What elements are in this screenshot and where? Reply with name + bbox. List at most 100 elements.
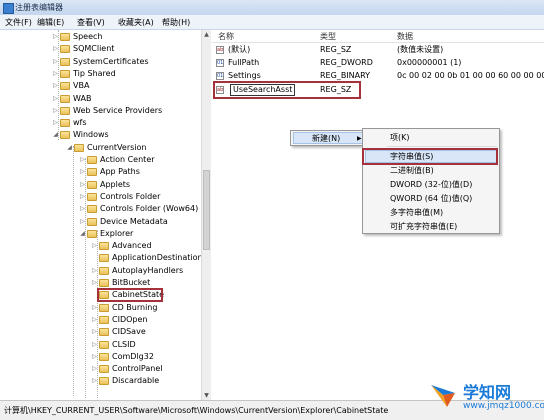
expand-arrow-icon[interactable]: ▷: [79, 166, 86, 178]
tree-item[interactable]: ▷ CD Burning: [0, 302, 200, 314]
column-name[interactable]: 名称: [218, 31, 234, 42]
tree-item-label: SystemCertificates: [73, 56, 149, 66]
folder-icon: [99, 303, 109, 312]
highlight-box-string-value: [362, 148, 498, 165]
tree-item[interactable]: ▷ BitBucket: [0, 277, 200, 289]
scroll-thumb[interactable]: [203, 170, 210, 250]
menu-item-new[interactable]: 新建(N) ▶: [291, 132, 365, 145]
menu-view[interactable]: 查看(V): [77, 17, 105, 28]
tree-item[interactable]: ▷ ComDlg32: [0, 351, 200, 363]
menu-item-label: 项(K): [390, 133, 410, 142]
column-type[interactable]: 类型: [320, 31, 336, 42]
tree-item-label: Applets: [100, 179, 131, 189]
tree-item[interactable]: ▷ Speech: [0, 31, 200, 43]
tree-item-label: ApplicationDestinations: [112, 253, 207, 263]
watermark-title: 学知网: [463, 383, 512, 402]
tree-item[interactable]: ▷ CLSID: [0, 339, 200, 351]
scroll-down-icon[interactable]: ▼: [202, 391, 211, 400]
expand-arrow-icon[interactable]: ▷: [52, 93, 59, 105]
menu-favorites[interactable]: 收藏夹(A): [118, 17, 154, 28]
folder-icon: [99, 242, 109, 251]
tree-item[interactable]: ▷ SystemCertificates: [0, 56, 200, 68]
list-row[interactable]: 01 FullPath REG_DWORD 0x00000001 (1): [212, 57, 544, 69]
expand-arrow-icon[interactable]: ▷: [52, 56, 59, 68]
tree-item[interactable]: ▷ Advanced: [0, 240, 200, 252]
tree-scrollbar[interactable]: ▲ ▼: [201, 30, 211, 400]
expand-arrow-icon[interactable]: ▷: [52, 68, 59, 80]
folder-icon: [99, 254, 109, 263]
expand-arrow-icon[interactable]: ▷: [91, 363, 98, 375]
expand-arrow-icon[interactable]: ▷: [91, 277, 98, 289]
tree-item-label: ComDlg32: [112, 351, 154, 361]
menu-item-dword-value[interactable]: DWORD (32-位)值(D): [363, 178, 499, 191]
status-path: 计算机\HKEY_CURRENT_USER\Software\Microsoft…: [4, 406, 389, 415]
menu-item-expandable-string-value[interactable]: 可扩充字符串值(E): [363, 220, 499, 233]
tree-item-label: Tip Shared: [73, 68, 116, 78]
tree-item-label: WAB: [73, 93, 92, 103]
list-row[interactable]: ab (默认) REG_SZ (数值未设置): [212, 44, 544, 56]
expand-arrow-icon[interactable]: ▷: [91, 351, 98, 363]
expand-arrow-icon[interactable]: ▷: [91, 375, 98, 387]
menu-item-binary-value[interactable]: 二进制值(B): [363, 164, 499, 177]
expand-arrow-icon[interactable]: ▷: [91, 326, 98, 338]
value-type: REG_DWORD: [320, 58, 373, 67]
tree-item-label: CurrentVersion: [87, 142, 147, 152]
tree-item[interactable]: ▷ Controls Folder (Wow64): [0, 203, 200, 215]
tree-item[interactable]: ▷ CIDSave: [0, 326, 200, 338]
expand-arrow-icon[interactable]: ▷: [79, 191, 86, 203]
expand-arrow-icon[interactable]: ▷: [52, 105, 59, 117]
tree-item[interactable]: ◢ Explorer: [0, 228, 200, 240]
tree-item[interactable]: ▷ ControlPanel: [0, 363, 200, 375]
expand-arrow-icon[interactable]: ▷: [52, 31, 59, 43]
tree-item[interactable]: ▷ Tip Shared: [0, 68, 200, 80]
tree-item[interactable]: ◢ CurrentVersion: [0, 142, 200, 154]
folder-icon: [60, 119, 70, 128]
tree-item[interactable]: ▷ WAB: [0, 93, 200, 105]
tree-item[interactable]: ▷ Applets: [0, 179, 200, 191]
registry-tree[interactable]: ▷ Speech ▷ SQMClient ▷ SystemCertificates ▷ Tip…: [0, 30, 211, 400]
expand-arrow-icon[interactable]: ▷: [79, 203, 86, 215]
value-data: 0c 00 02 00 0b 01 00 00 60 00 00 00: [397, 71, 544, 80]
tree-item[interactable]: ▷ Action Center: [0, 154, 200, 166]
menu-item-multi-string-value[interactable]: 多字符串值(M): [363, 206, 499, 219]
expand-arrow-icon[interactable]: ▷: [79, 179, 86, 191]
menu-edit[interactable]: 编辑(E): [37, 17, 64, 28]
collapse-arrow-icon[interactable]: ◢: [52, 129, 59, 141]
expand-arrow-icon[interactable]: ▷: [91, 240, 98, 252]
tree-item[interactable]: ▷ App Paths: [0, 166, 200, 178]
expand-arrow-icon[interactable]: ▷: [91, 339, 98, 351]
expand-arrow-icon[interactable]: ▷: [52, 43, 59, 55]
collapse-arrow-icon[interactable]: ◢: [66, 142, 73, 154]
expand-arrow-icon[interactable]: ▷: [52, 117, 59, 129]
expand-arrow-icon[interactable]: ▷: [79, 216, 86, 228]
tree-item[interactable]: ▷ Web Service Providers: [0, 105, 200, 117]
expand-arrow-icon[interactable]: ▷: [91, 265, 98, 277]
column-data[interactable]: 数据: [397, 31, 413, 42]
tree-item[interactable]: ApplicationDestinations: [0, 252, 207, 264]
folder-icon: [60, 106, 70, 115]
tree-item[interactable]: ◢ Windows: [0, 129, 200, 141]
expand-arrow-icon[interactable]: ▷: [79, 154, 86, 166]
tree-item[interactable]: ▷ SQMClient: [0, 43, 200, 55]
menu-item-key[interactable]: 项(K): [363, 131, 499, 144]
menu-help[interactable]: 帮助(H): [162, 17, 190, 28]
expand-arrow-icon[interactable]: [91, 252, 98, 264]
menu-item-qword-value[interactable]: QWORD (64 位)值(Q): [363, 192, 499, 205]
tree-item[interactable]: ▷ Discardable: [0, 375, 200, 387]
collapse-arrow-icon[interactable]: ◢: [79, 228, 86, 240]
menu-file[interactable]: 文件(F): [5, 17, 32, 28]
title-bar: 注册表编辑器: [0, 0, 544, 16]
tree-item[interactable]: ▷ VBA: [0, 80, 200, 92]
tree-item[interactable]: ▷ Device Metadata: [0, 216, 200, 228]
tree-item[interactable]: ▷ AutoplayHandlers: [0, 265, 200, 277]
window-title: 注册表编辑器: [15, 3, 63, 12]
submenu-arrow-icon: ▶: [357, 135, 362, 142]
scroll-up-icon[interactable]: ▲: [202, 30, 211, 39]
expand-arrow-icon[interactable]: ▷: [91, 314, 98, 326]
expand-arrow-icon[interactable]: ▷: [52, 80, 59, 92]
menu-item-label: DWORD (32-位)值(D): [390, 180, 473, 189]
tree-item[interactable]: ▷ wfs: [0, 117, 200, 129]
tree-item[interactable]: ▷ CIDOpen: [0, 314, 200, 326]
expand-arrow-icon[interactable]: ▷: [91, 302, 98, 314]
tree-item[interactable]: ▷ Controls Folder: [0, 191, 200, 203]
